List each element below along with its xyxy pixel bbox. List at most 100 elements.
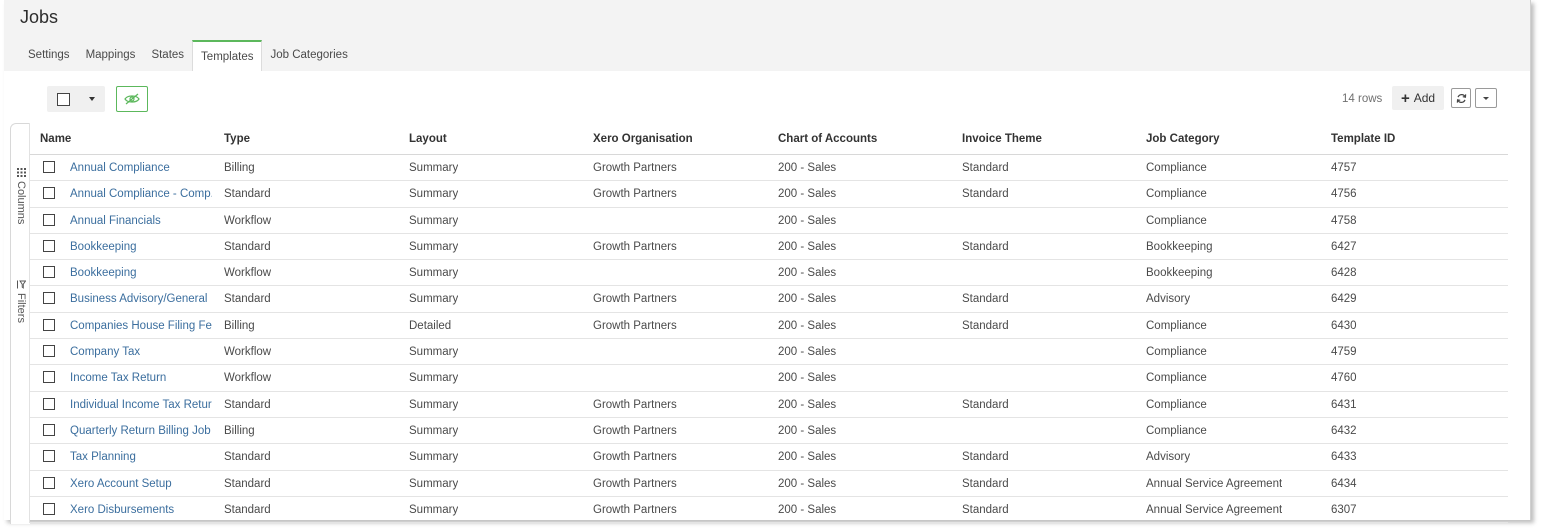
row-checkbox[interactable] [43,187,55,200]
table-row[interactable]: Tax Planning Standard Summary Growth Partne… [30,444,1508,471]
caret-down-icon[interactable] [89,97,95,101]
table-row[interactable]: Individual Income Tax Return Standard Summ… [30,392,1508,418]
table-row[interactable]: Annual Compliance - Comp... Standard Summa… [30,181,1508,208]
table-row[interactable]: Companies House Filing Fee Billing Detaile… [30,313,1508,340]
cell-name[interactable]: Income Tax Return [70,372,166,384]
table-row[interactable]: Business Advisory/General Standard Summary… [30,286,1508,313]
cell-template-id: 4756 [1331,188,1357,201]
cell-layout: Summary [409,346,459,359]
tab-settings[interactable]: Settings [20,40,78,71]
tab-mappings[interactable]: Mappings [78,40,144,71]
column-header-template-id[interactable]: Template ID [1331,133,1395,145]
cell-name[interactable]: Xero Disbursements [70,504,174,516]
cell-layout: Summary [409,188,459,201]
cell-name[interactable]: Business Advisory/General [70,293,207,305]
cell-type: Workflow [224,267,272,280]
cell-name[interactable]: Company Tax [70,346,140,358]
row-checkbox[interactable] [43,502,55,515]
filters-panel-toggle[interactable]: Filters [14,280,28,323]
table-row[interactable]: Quarterly Return Billing Job Billing Summa… [30,418,1508,445]
cell-name[interactable]: Annual Financials [70,215,161,227]
row-checkbox[interactable] [43,292,55,305]
table-row[interactable]: Bookkeeping Workflow Summary 200 - Sales Boo… [30,260,1508,287]
cell-invoice-theme: Standard [962,503,1009,516]
add-button[interactable]: + Add [1392,86,1444,110]
cell-name[interactable]: Individual Income Tax Return [70,399,212,411]
cell-template-id: 6429 [1331,293,1357,306]
plus-icon: + [1400,89,1410,107]
more-options-button[interactable] [1475,88,1497,108]
cell-template-id: 6434 [1331,477,1357,490]
cell-template-id: 6433 [1331,451,1357,464]
column-header-xero-organisation[interactable]: Xero Organisation [593,133,693,145]
cell-job-category: Advisory [1146,451,1191,464]
cell-xero-organisation: Growth Partners [593,162,677,174]
cell-template-id: 6432 [1331,424,1357,437]
cell-xero-organisation: Growth Partners [593,398,677,411]
row-checkbox[interactable] [43,423,55,436]
cell-name[interactable]: Bookkeeping [70,267,137,279]
tab-job-categories[interactable]: Job Categories [262,40,355,71]
columns-label: Columns [15,181,27,225]
row-checkbox[interactable] [43,476,55,489]
table-row[interactable]: Annual Compliance Billing Summary Growth Pa… [30,155,1508,182]
table-row[interactable]: Xero Account Setup Standard Summary Growth … [30,471,1508,497]
tab-templates[interactable]: Templates [192,40,263,71]
cell-xero-organisation: Growth Partners [593,503,677,516]
row-checkbox[interactable] [43,266,55,279]
hide-columns-button[interactable] [116,86,148,112]
cell-layout: Summary [409,214,459,227]
refresh-button[interactable] [1451,88,1471,108]
row-checkbox[interactable] [43,161,55,173]
cell-type: Workflow [224,346,272,359]
column-header-invoice-theme[interactable]: Invoice Theme [962,133,1042,145]
cell-invoice-theme: Standard [962,240,1009,253]
cell-xero-organisation: Growth Partners [593,319,677,332]
cell-invoice-theme: Standard [962,162,1009,174]
select-all-checkbox[interactable] [57,93,70,106]
cell-template-id: 6427 [1331,240,1357,253]
tab-states[interactable]: States [143,40,192,71]
column-header-chart-of-accounts[interactable]: Chart of Accounts [778,133,877,145]
column-header-name[interactable]: Name [40,133,71,145]
cell-name[interactable]: Annual Compliance - Comp... [70,188,212,200]
cell-type: Standard [224,293,271,306]
cell-name[interactable]: Tax Planning [70,451,136,463]
cell-name[interactable]: Xero Account Setup [70,478,172,490]
table-row[interactable]: Bookkeeping Standard Summary Growth Partner… [30,234,1508,261]
row-checkbox[interactable] [43,239,55,252]
cell-name[interactable]: Annual Compliance [70,162,170,174]
cell-job-category: Bookkeeping [1146,240,1213,253]
row-checkbox[interactable] [43,450,55,463]
row-checkbox[interactable] [43,371,55,384]
column-header-layout[interactable]: Layout [409,133,447,145]
cell-chart-of-accounts: 200 - Sales [778,398,837,411]
row-checkbox[interactable] [43,345,55,358]
table-row[interactable]: Income Tax Return Workflow Summary 200 - Sa… [30,365,1508,392]
cell-job-category: Annual Service Agreement [1146,477,1283,490]
column-header-type[interactable]: Type [224,133,250,145]
select-all-dropdown[interactable] [47,86,105,112]
page-header: Jobs Settings Mappings States Templates … [4,0,1530,71]
cell-template-id: 4760 [1331,372,1357,385]
cell-name[interactable]: Bookkeeping [70,241,137,253]
columns-panel-toggle[interactable]: Columns [14,168,28,224]
cell-job-category: Bookkeeping [1146,267,1213,280]
cell-chart-of-accounts: 200 - Sales [778,214,837,227]
cell-job-category: Annual Service Agreement [1146,503,1283,516]
table-row[interactable]: Company Tax Workflow Summary 200 - Sales Com… [30,339,1508,366]
row-checkbox[interactable] [43,397,55,410]
table-row[interactable]: Xero Disbursements Standard Summary Growth … [30,497,1508,524]
cell-type: Standard [224,398,271,411]
row-checkbox[interactable] [43,318,55,331]
cell-name[interactable]: Companies House Filing Fee [70,320,212,332]
cell-name[interactable]: Quarterly Return Billing Job [70,425,211,437]
cell-layout: Summary [409,398,459,411]
row-checkbox[interactable] [43,213,55,226]
cell-layout: Summary [409,267,459,280]
table-row[interactable]: Annual Financials Workflow Summary 200 - Sa… [30,208,1508,234]
column-header-job-category[interactable]: Job Category [1146,133,1220,145]
cell-layout: Detailed [409,319,452,332]
cell-type: Standard [224,188,271,201]
cell-chart-of-accounts: 200 - Sales [778,503,837,516]
